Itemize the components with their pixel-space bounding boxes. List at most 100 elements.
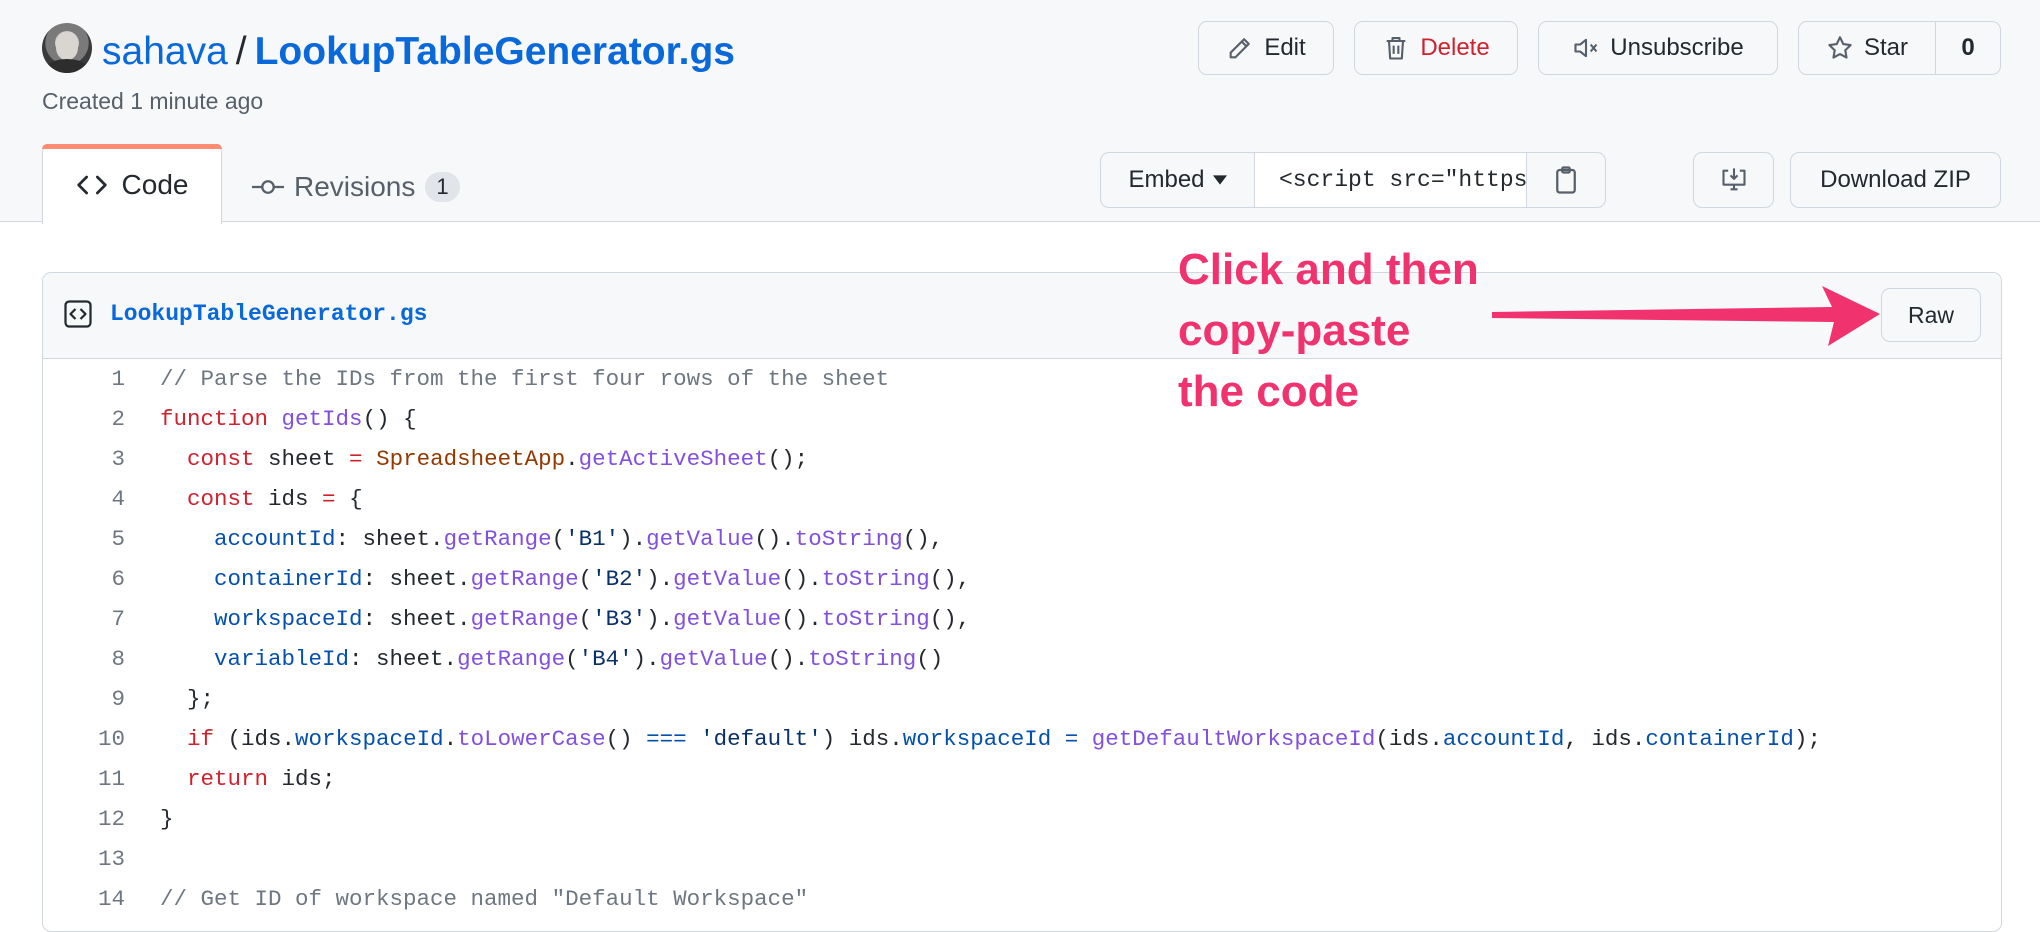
- title-separator: /: [235, 30, 247, 73]
- embed-code-field[interactable]: <script src="https://gi: [1255, 153, 1527, 207]
- code-token: (),: [929, 606, 971, 632]
- tab-code[interactable]: Code: [42, 144, 222, 224]
- code-listing: 1 // Parse the IDs from the first four ro…: [43, 359, 2001, 919]
- line-code: if (ids.workspaceId.toLowerCase() === 'd…: [160, 726, 1821, 752]
- tab-revisions[interactable]: Revisions 1: [252, 160, 460, 214]
- code-token: (ids.: [1375, 726, 1443, 752]
- desktop-download-icon: [1721, 168, 1746, 191]
- open-desktop-button[interactable]: [1693, 152, 1774, 208]
- line-number[interactable]: 2: [43, 406, 125, 432]
- code-token: 'B1': [565, 526, 620, 552]
- code-token: accountId: [214, 526, 336, 552]
- code-line: 4 const ids = {: [43, 479, 2001, 519]
- code-token: );: [1793, 726, 1821, 752]
- annotation-text: Click and then copy-paste the code: [1178, 239, 1479, 422]
- line-number[interactable]: 7: [43, 606, 125, 632]
- code-token: workspaceId: [295, 726, 444, 752]
- code-token: ().: [781, 566, 822, 592]
- avatar[interactable]: [42, 23, 92, 73]
- clipboard-icon: [1556, 166, 1576, 194]
- annotation-line: copy-paste: [1178, 306, 1411, 355]
- embed-dropdown[interactable]: Embed: [1101, 153, 1255, 207]
- line-number[interactable]: 5: [43, 526, 125, 552]
- file-name-link[interactable]: LookupTableGenerator.gs: [110, 301, 427, 327]
- code-token: : sheet.: [362, 566, 471, 592]
- line-number[interactable]: 12: [43, 806, 125, 832]
- code-token: ().: [781, 606, 822, 632]
- code-token: (: [551, 526, 566, 552]
- copy-button[interactable]: [1527, 153, 1605, 207]
- embed-label: Embed: [1128, 166, 1205, 193]
- code-token: .: [565, 446, 579, 472]
- line-number[interactable]: 9: [43, 686, 125, 712]
- code-token: (: [578, 606, 593, 632]
- file-code-icon: [64, 300, 92, 328]
- created-time: Created 1 minute ago: [42, 88, 264, 114]
- code-token: // Parse the IDs from the first four row…: [160, 366, 890, 392]
- code-token: ).: [646, 566, 674, 592]
- mute-icon: [1574, 38, 1598, 58]
- code-token: getRange: [470, 606, 579, 632]
- line-code: containerId: sheet.getRange('B2').getVal…: [160, 566, 970, 592]
- code-line: 7 workspaceId: sheet.getRange('B3').getV…: [43, 599, 2001, 639]
- star-count[interactable]: 0: [1936, 22, 2000, 74]
- line-code: }: [160, 806, 174, 832]
- code-token: return: [187, 766, 269, 792]
- code-token: =: [349, 446, 363, 472]
- line-number[interactable]: 10: [43, 726, 125, 752]
- code-token: getValue: [673, 566, 782, 592]
- code-token: SpreadsheetApp: [376, 446, 566, 472]
- code-token: };: [160, 686, 215, 712]
- line-number[interactable]: 14: [43, 886, 125, 912]
- line-code: };: [160, 686, 214, 712]
- code-token: {: [335, 486, 363, 512]
- unsubscribe-button[interactable]: Unsubscribe: [1538, 21, 1778, 75]
- line-number[interactable]: 6: [43, 566, 125, 592]
- delete-button[interactable]: Delete: [1354, 21, 1518, 75]
- raw-button[interactable]: Raw: [1881, 288, 1981, 342]
- code-token: getValue: [673, 606, 782, 632]
- code-token: toString: [821, 566, 930, 592]
- line-number[interactable]: 13: [43, 846, 125, 872]
- gist-name-link[interactable]: LookupTableGenerator.gs: [255, 30, 735, 73]
- line-code: // Get ID of workspace named "Default Wo…: [160, 886, 808, 912]
- line-code: variableId: sheet.getRange('B4').getValu…: [160, 646, 943, 672]
- line-code: const sheet = SpreadsheetApp.getActiveSh…: [160, 446, 808, 472]
- code-token: ();: [767, 446, 809, 472]
- star-icon: [1828, 36, 1852, 59]
- owner-link[interactable]: sahava: [102, 30, 228, 73]
- embed-group: Embed <script src="https://gi: [1100, 152, 1606, 208]
- delete-label: Delete: [1420, 34, 1490, 61]
- line-number[interactable]: 11: [43, 766, 125, 792]
- line-code: accountId: sheet.getRange('B1').getValue…: [160, 526, 943, 552]
- line-code: const ids = {: [160, 486, 363, 512]
- file-box: LookupTableGenerator.gs Raw 1 // Parse th…: [42, 272, 2002, 932]
- line-number[interactable]: 3: [43, 446, 125, 472]
- line-number[interactable]: 4: [43, 486, 125, 512]
- code-token: ids;: [268, 766, 336, 792]
- code-token: ).: [619, 526, 647, 552]
- code-token: toString: [808, 646, 917, 672]
- line-number[interactable]: 1: [43, 366, 125, 392]
- code-token: getValue: [646, 526, 755, 552]
- download-zip-button[interactable]: Download ZIP: [1790, 152, 2001, 208]
- code-token: getValue: [659, 646, 768, 672]
- code-token: =: [1064, 726, 1079, 752]
- annotation-line: the code: [1178, 367, 1359, 416]
- code-line: 6 containerId: sheet.getRange('B2').getV…: [43, 559, 2001, 599]
- edit-button[interactable]: Edit: [1198, 21, 1334, 75]
- code-token: variableId: [214, 646, 350, 672]
- trash-icon: [1386, 37, 1406, 60]
- line-number[interactable]: 8: [43, 646, 125, 672]
- code-token: function: [160, 406, 269, 432]
- code-line: 9 };: [43, 679, 2001, 719]
- star-button[interactable]: Star: [1799, 22, 1936, 74]
- tab-revisions-label: Revisions: [294, 171, 416, 202]
- code-token: (): [916, 646, 944, 672]
